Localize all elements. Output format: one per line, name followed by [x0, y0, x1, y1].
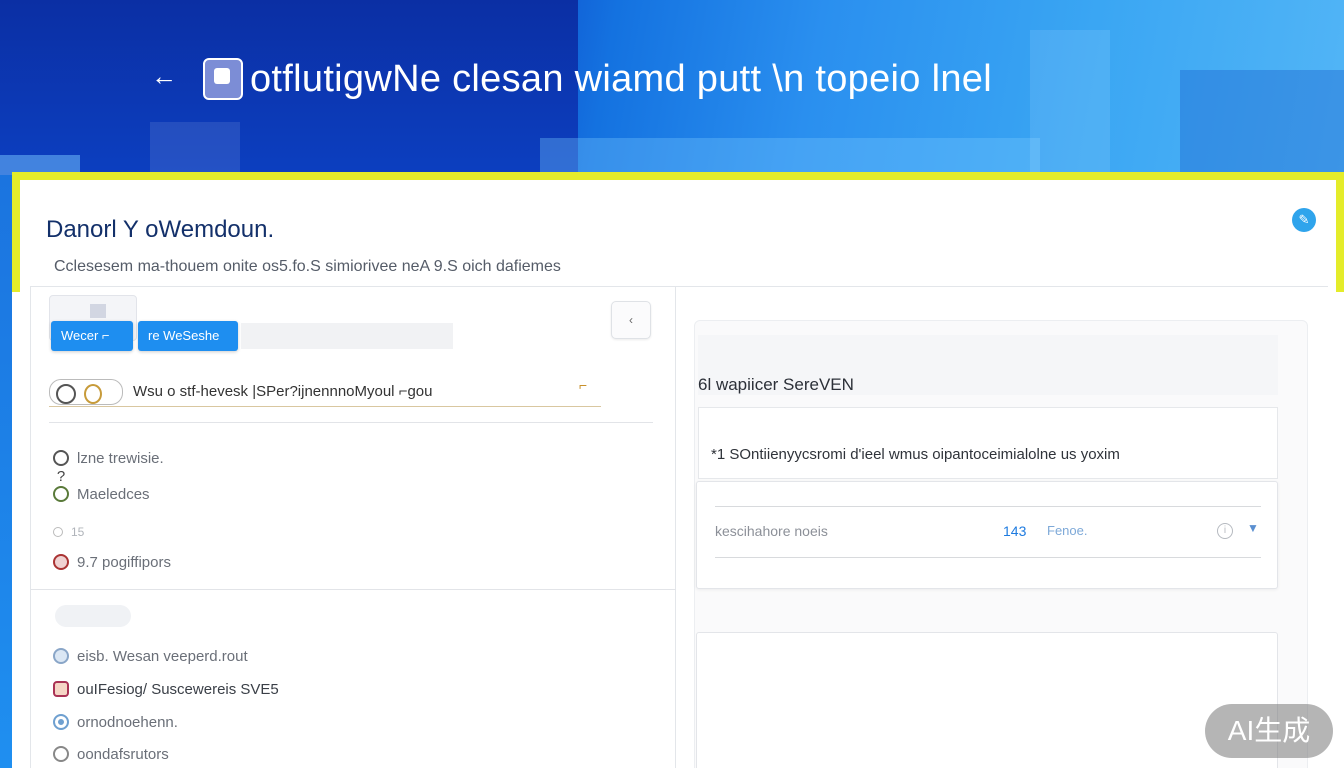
list-item-label: oondafsrutors — [77, 745, 169, 763]
radio-selected-icon[interactable] — [53, 714, 69, 730]
primary-button[interactable]: Wecer ⌐ — [51, 321, 133, 351]
banner-decor — [540, 138, 1040, 175]
info-icon[interactable]: i — [1217, 523, 1233, 539]
chevron-down-icon[interactable]: ▼ — [1247, 521, 1259, 535]
dialog-header: Danorl Y oWemdoun. Cclesesem ma-thouem o… — [12, 172, 1344, 292]
divider — [49, 422, 653, 423]
camera-icon — [53, 681, 69, 697]
back-arrow-icon[interactable]: ← — [148, 60, 180, 92]
user-icon — [53, 450, 69, 466]
list-item-label: 9.7 pogiffipors — [77, 553, 171, 571]
divider — [31, 589, 677, 590]
banner-decor — [1180, 70, 1344, 175]
list-item[interactable]: 9.7 pogiffipors — [53, 551, 171, 573]
list-item-label: eisb. Wesan veeperd.rout — [77, 647, 248, 665]
watermark-badge: AI生成 — [1205, 704, 1333, 758]
list-item[interactable]: ornodnoehenn. — [53, 711, 178, 733]
chip-text: Wsu o stf-hevesk |SPer?ijnennnoMyoul ⌐go… — [133, 383, 433, 400]
empty-card — [696, 632, 1278, 768]
edit-icon[interactable]: ✎ — [1292, 208, 1316, 232]
radio-empty-icon[interactable] — [53, 746, 69, 762]
details-description-box[interactable]: *1 SOntiienyycsromi d'ieel wmus oipantoc… — [698, 407, 1278, 479]
question-icon: ? — [56, 468, 66, 485]
section-pill — [55, 605, 131, 627]
dot-icon — [53, 527, 63, 537]
banner-decor — [150, 122, 240, 175]
filter-chip-row[interactable]: Wsu o stf-hevesk |SPer?ijnennnoMyoul ⌐go… — [49, 377, 601, 407]
globe-icon — [53, 648, 69, 664]
app-logo-icon — [203, 58, 243, 100]
record-icon — [53, 554, 69, 570]
field-label: kescihahore noeis — [715, 523, 828, 539]
field-unit: Fenoe. — [1047, 523, 1088, 538]
collapse-button[interactable]: ‹ — [611, 301, 651, 339]
dialog-subtitle: Cclesesem ma-thouem onite os5.fo.S simio… — [54, 258, 561, 275]
list-item[interactable]: Maeledces — [53, 483, 150, 505]
list-item[interactable]: eisb. Wesan veeperd.rout — [53, 645, 248, 667]
text-input[interactable] — [241, 323, 453, 349]
list-item-label: 15 — [71, 525, 85, 539]
tag-icon: ⌐ — [579, 377, 588, 393]
list-item-label: ornodnoehenn. — [77, 713, 178, 731]
list-item-label: Maeledces — [77, 485, 150, 503]
left-edge-strip — [0, 175, 12, 768]
right-panel: 6l wapiicer SereVEN *1 SOntiienyycsromi … — [676, 286, 1328, 768]
list-item[interactable]: ouIFesiog/ Suscewereis SVE5 — [53, 678, 279, 700]
chip-toggle-icon[interactable] — [49, 379, 123, 405]
list-item-label: lzne trewisie. — [77, 449, 164, 467]
list-item[interactable]: 15 — [53, 521, 84, 543]
list-item[interactable]: oondafsrutors — [53, 743, 169, 765]
secondary-button[interactable]: re WeSeshe — [138, 321, 238, 351]
field-value: 143 — [1003, 523, 1027, 539]
header-banner: ← otflutigwNe clesan wiamd putt \n topei… — [0, 0, 1344, 175]
banner-title: otflutigwNe clesan wiamd putt \n topeio … — [250, 58, 992, 100]
leaf-icon — [53, 486, 69, 502]
left-panel: Wecer ⌐ re WeSeshe ‹ Wsu o stf-hevesk |S… — [30, 286, 677, 768]
field-row[interactable]: kescihahore noeis 143 Fenoe. i ▼ — [715, 506, 1261, 558]
details-label: 6l wapiicer SereVEN — [698, 375, 854, 394]
details-description: *1 SOntiienyycsromi d'ieel wmus oipantoc… — [711, 446, 1120, 463]
dialog-title: Danorl Y oWemdoun. — [46, 216, 275, 243]
banner-decor — [1030, 30, 1110, 175]
list-item-label: ouIFesiog/ Suscewereis SVE5 — [77, 680, 279, 698]
field-card: kescihahore noeis 143 Fenoe. i ▼ — [696, 481, 1278, 589]
